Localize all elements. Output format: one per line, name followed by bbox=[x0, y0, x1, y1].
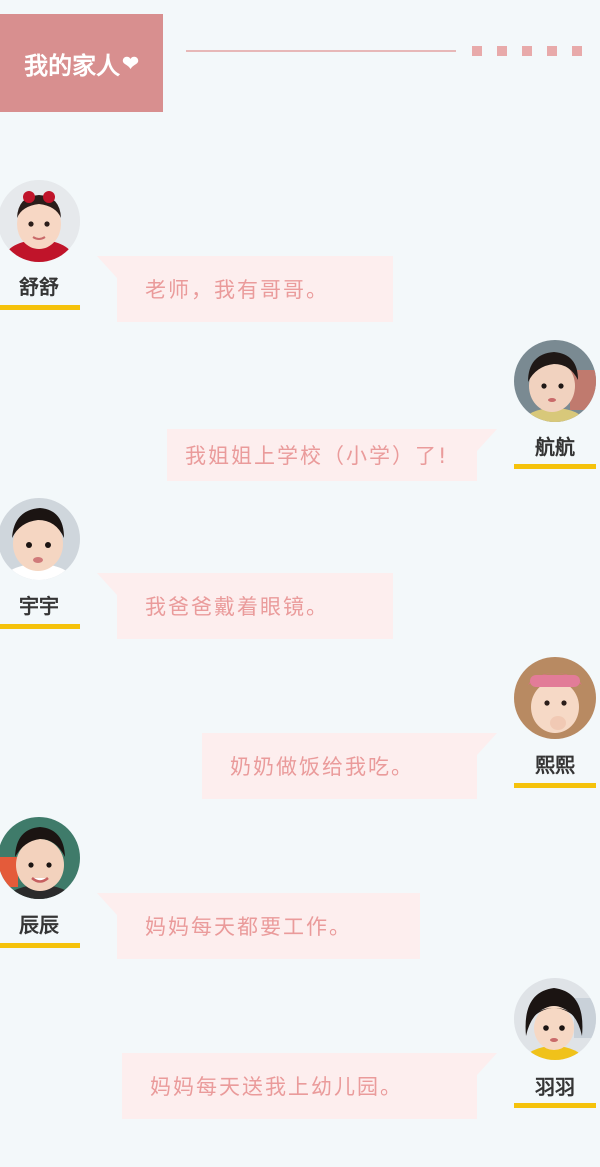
child-avatar-icon bbox=[514, 657, 596, 739]
message-bubble: 老师，我有哥哥。 bbox=[97, 256, 393, 322]
message-bubble: 奶奶做饭给我吃。 bbox=[202, 733, 497, 799]
student-name: 宇宇 bbox=[19, 594, 59, 618]
name-underline bbox=[514, 464, 596, 469]
avatar[interactable] bbox=[514, 340, 596, 422]
name-underline bbox=[0, 624, 80, 629]
student-name: 熙熙 bbox=[535, 753, 575, 777]
dot-decoration bbox=[572, 46, 582, 56]
student-name: 舒舒 bbox=[19, 275, 59, 299]
page-title: 我的家人 bbox=[24, 50, 121, 80]
message-text: 老师，我有哥哥。 bbox=[145, 278, 329, 302]
child-avatar-icon bbox=[514, 340, 596, 422]
message-text: 我爸爸戴着眼镜。 bbox=[145, 595, 329, 619]
message-bubble: 我姐姐上学校（小学）了! bbox=[167, 429, 497, 481]
dot-decoration bbox=[472, 46, 482, 56]
child-avatar-icon bbox=[0, 498, 80, 580]
avatar[interactable] bbox=[0, 180, 80, 262]
message-text: 奶奶做饭给我吃。 bbox=[230, 755, 414, 779]
name-underline bbox=[514, 1103, 596, 1108]
page-title-box: 我的家人 ❤ bbox=[0, 14, 163, 112]
avatar[interactable] bbox=[0, 817, 80, 899]
avatar[interactable] bbox=[0, 498, 80, 580]
student-name: 辰辰 bbox=[19, 913, 59, 937]
message-bubble: 我爸爸戴着眼镜。 bbox=[97, 573, 393, 639]
message-text: 妈妈每天都要工作。 bbox=[145, 915, 352, 939]
message-text: 妈妈每天送我上幼儿园。 bbox=[150, 1075, 403, 1099]
dot-decoration bbox=[497, 46, 507, 56]
name-underline bbox=[0, 943, 80, 948]
child-avatar-icon bbox=[514, 978, 596, 1060]
child-avatar-icon bbox=[0, 817, 80, 899]
heart-icon: ❤ bbox=[122, 51, 139, 75]
avatar[interactable] bbox=[514, 978, 596, 1060]
header-divider-line bbox=[186, 50, 456, 52]
student-name: 羽羽 bbox=[535, 1075, 575, 1099]
dot-decoration bbox=[522, 46, 532, 56]
dot-decoration bbox=[547, 46, 557, 56]
message-bubble: 妈妈每天都要工作。 bbox=[97, 893, 420, 959]
name-underline bbox=[0, 305, 80, 310]
student-name: 航航 bbox=[535, 435, 575, 459]
message-text: 我姐姐上学校（小学）了! bbox=[185, 444, 449, 468]
avatar[interactable] bbox=[514, 657, 596, 739]
name-underline bbox=[514, 783, 596, 788]
child-avatar-icon bbox=[0, 180, 80, 262]
header-decorative-dots bbox=[472, 46, 582, 56]
message-bubble: 妈妈每天送我上幼儿园。 bbox=[122, 1053, 497, 1119]
